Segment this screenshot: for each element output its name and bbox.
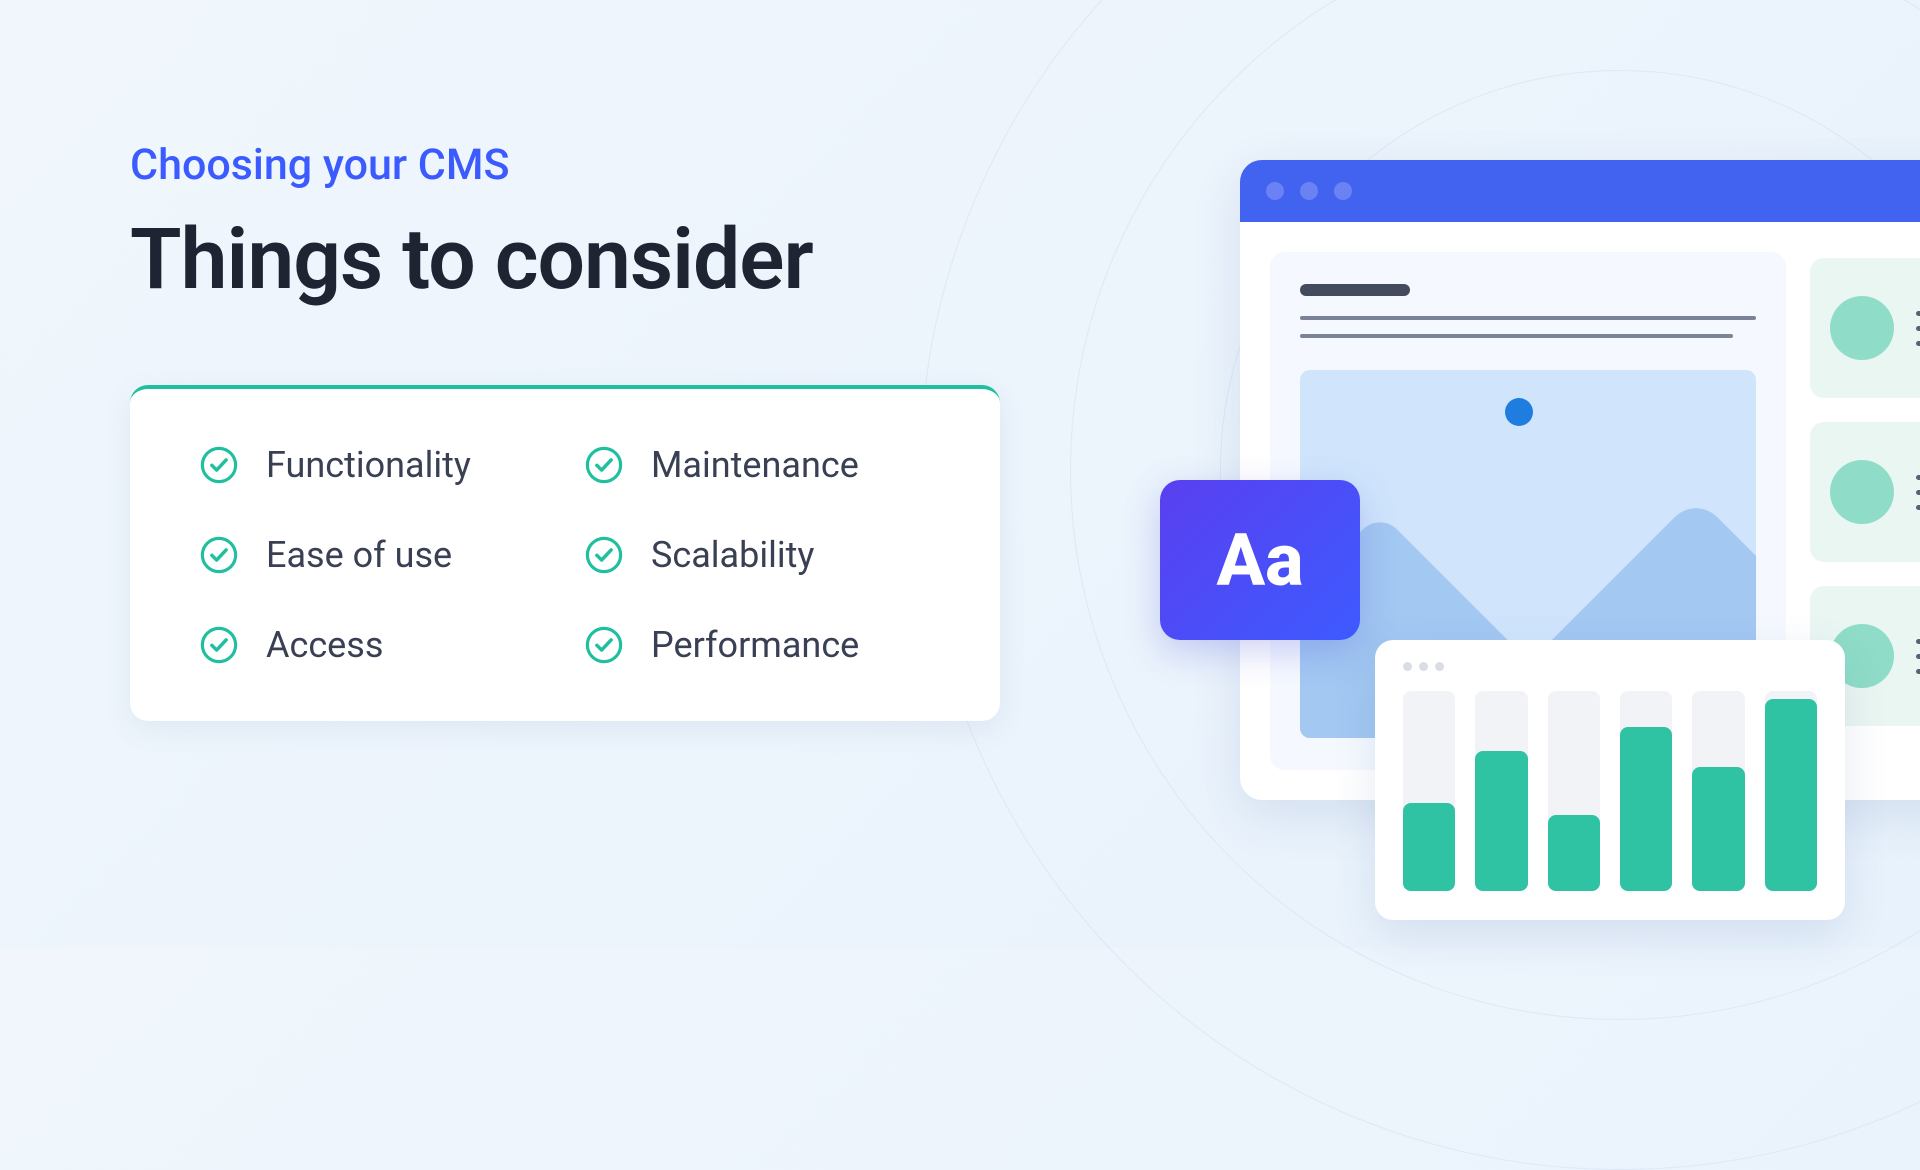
placeholder-line	[1916, 311, 1920, 316]
bar-chart-card	[1375, 640, 1845, 920]
window-dot-icon	[1419, 662, 1428, 671]
checklist-item: Functionality	[200, 444, 545, 486]
checklist-item: Scalability	[585, 534, 930, 576]
chart-bars	[1403, 691, 1817, 891]
illustration-group: Aa	[1160, 160, 1920, 880]
bar-fill	[1403, 803, 1455, 891]
placeholder-line	[1916, 326, 1920, 331]
window-dots	[1403, 662, 1817, 671]
check-circle-icon	[585, 536, 623, 574]
checklist-label: Performance	[651, 624, 859, 666]
bar-slot	[1475, 691, 1527, 891]
placeholder-line	[1916, 654, 1920, 659]
window-dot-icon	[1266, 182, 1284, 200]
bar-fill	[1765, 699, 1817, 891]
bar-slot	[1620, 691, 1672, 891]
check-circle-icon	[200, 446, 238, 484]
checklist-item: Maintenance	[585, 444, 930, 486]
placeholder-line	[1916, 475, 1920, 480]
placeholder-lines	[1916, 639, 1920, 674]
bar-fill	[1692, 767, 1744, 891]
placeholder-line	[1300, 334, 1733, 338]
placeholder-lines	[1916, 311, 1920, 346]
checklist-label: Functionality	[266, 444, 471, 486]
check-circle-icon	[200, 626, 238, 664]
bar-fill	[1475, 751, 1527, 891]
window-dot-icon	[1334, 182, 1352, 200]
check-circle-icon	[200, 536, 238, 574]
avatar-placeholder	[1830, 296, 1894, 360]
list-item	[1810, 422, 1920, 562]
check-circle-icon	[585, 446, 623, 484]
placeholder-line	[1916, 639, 1920, 644]
placeholder-line	[1916, 341, 1920, 346]
list-item	[1810, 258, 1920, 398]
placeholder-lines	[1916, 475, 1920, 510]
bar-slot	[1548, 691, 1600, 891]
bar-slot	[1403, 691, 1455, 891]
checklist-label: Scalability	[651, 534, 814, 576]
eyebrow: Choosing your CMS	[130, 140, 1030, 190]
checklist-item: Access	[200, 624, 545, 666]
bar-fill	[1548, 815, 1600, 891]
checklist-label: Maintenance	[651, 444, 859, 486]
window-dot-icon	[1403, 662, 1412, 671]
sun-icon	[1505, 398, 1533, 426]
placeholder-line	[1916, 490, 1920, 495]
browser-titlebar	[1240, 160, 1920, 222]
placeholder-heading	[1300, 284, 1410, 296]
checklist-card: Functionality Maintenance Ease of use Sc…	[130, 385, 1000, 721]
typography-badge: Aa	[1160, 480, 1360, 640]
window-dot-icon	[1435, 662, 1444, 671]
checklist-item: Performance	[585, 624, 930, 666]
avatar-placeholder	[1830, 460, 1894, 524]
bar-slot	[1692, 691, 1744, 891]
window-dot-icon	[1300, 182, 1318, 200]
check-circle-icon	[585, 626, 623, 664]
bar-fill	[1620, 727, 1672, 891]
placeholder-line	[1916, 669, 1920, 674]
bar-slot	[1765, 691, 1817, 891]
checklist-item: Ease of use	[200, 534, 545, 576]
placeholder-line	[1300, 316, 1756, 320]
hero-text-block: Choosing your CMS Things to consider	[130, 140, 1030, 309]
checklist-label: Access	[266, 624, 383, 666]
placeholder-line	[1916, 505, 1920, 510]
checklist-label: Ease of use	[266, 534, 452, 576]
page-title: Things to consider	[130, 210, 1030, 309]
